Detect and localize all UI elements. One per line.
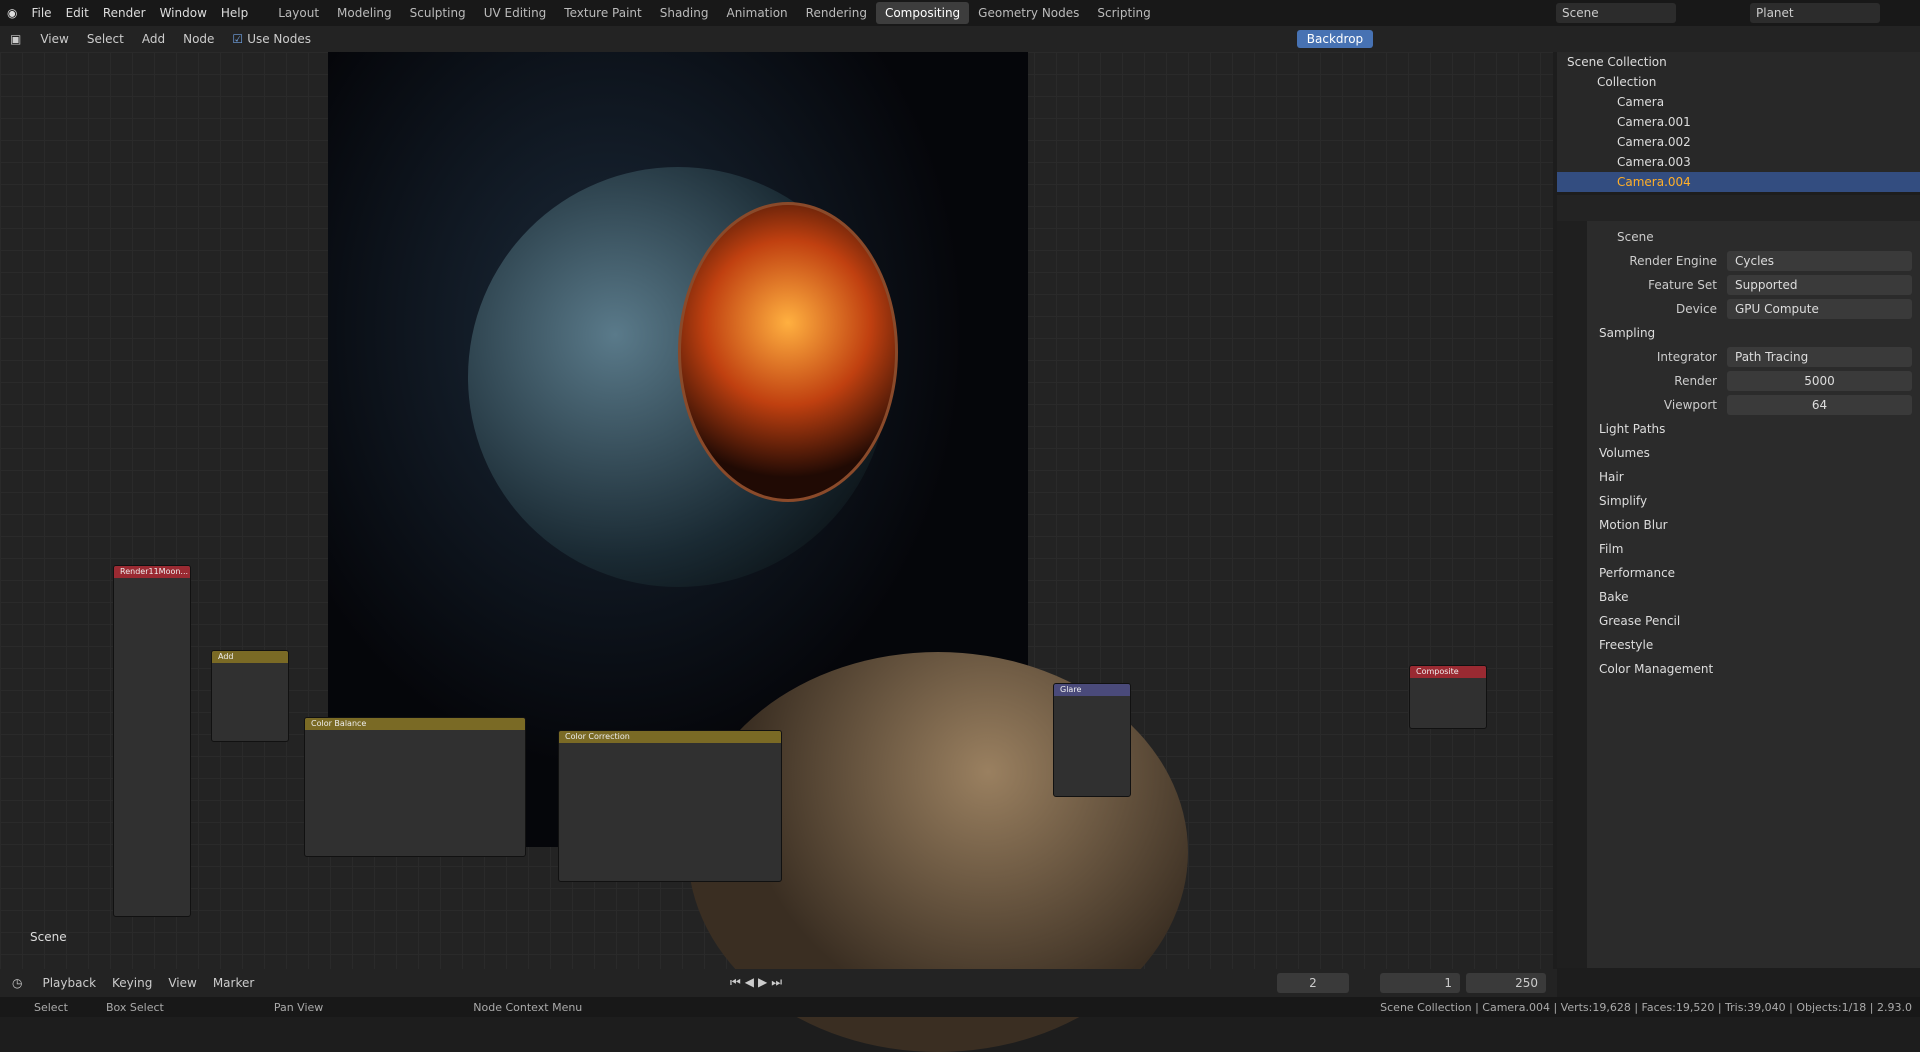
node-add[interactable]: Add (211, 650, 289, 742)
section-motion-blur[interactable]: Motion Blur (1587, 513, 1920, 537)
end-frame-field[interactable]: 250 (1466, 973, 1546, 993)
node-composite[interactable]: Composite (1409, 665, 1487, 729)
timeline-view[interactable]: View (160, 976, 204, 990)
section-simplify[interactable]: Simplify (1587, 489, 1920, 513)
tab-layout[interactable]: Layout (269, 2, 328, 24)
menu-help[interactable]: Help (214, 6, 255, 20)
menu-file[interactable]: File (24, 6, 58, 20)
editor-type-icon[interactable]: ▣ (0, 32, 31, 46)
section-performance[interactable]: Performance (1587, 561, 1920, 585)
section-sampling[interactable]: Sampling (1587, 321, 1920, 345)
header-view[interactable]: View (31, 32, 77, 46)
section-film[interactable]: Film (1587, 537, 1920, 561)
menu-window[interactable]: Window (153, 6, 214, 20)
prop-viewport-samples[interactable]: Viewport 64 (1587, 393, 1920, 417)
prop-render-engine[interactable]: Render Engine Cycles (1587, 249, 1920, 273)
playback-controls-icon[interactable]: ⏮◀▶⏭ (730, 975, 786, 990)
blender-logo-icon[interactable]: ◉ (0, 6, 24, 20)
prop-device[interactable]: Device GPU Compute (1587, 297, 1920, 321)
planet-fire-crater (678, 202, 898, 502)
timeline-marker[interactable]: Marker (205, 976, 262, 990)
node-glare[interactable]: Glare (1053, 683, 1131, 797)
timeline-header: ◷ Playback Keying View Marker ⏮◀▶⏭ 2 1 2… (0, 969, 1557, 997)
start-frame-field[interactable]: 1 (1380, 973, 1460, 993)
canvas-scene-label: Scene (30, 930, 67, 944)
header-add[interactable]: Add (133, 32, 174, 46)
properties-panel: Scene Render Engine Cycles Feature Set Sup… (1587, 221, 1920, 968)
status-box-select: Box Select (105, 1000, 164, 1014)
top-menu-bar: ◉ File Edit Render Window Help Layout Mo… (0, 0, 1920, 26)
section-light-paths[interactable]: Light Paths (1587, 417, 1920, 441)
properties-tabs[interactable] (1557, 221, 1587, 968)
outliner-header (1557, 26, 1920, 52)
status-bar: Select Box Select Pan View Node Context … (0, 997, 1920, 1017)
timeline-playback[interactable]: Playback (34, 976, 104, 990)
properties-title: Scene (1617, 230, 1654, 244)
tab-rendering[interactable]: Rendering (797, 2, 876, 24)
outliner: Scene Collection Collection Camera Camer… (1557, 52, 1920, 192)
tab-compositing[interactable]: Compositing (875, 2, 970, 24)
outliner-collection[interactable]: Collection (1557, 72, 1920, 92)
header-select[interactable]: Select (78, 32, 133, 46)
view-layer-selector[interactable]: Planet (1750, 3, 1880, 23)
tab-animation[interactable]: Animation (717, 2, 796, 24)
backdrop-button[interactable]: Backdrop (1297, 30, 1373, 48)
outliner-camera-003[interactable]: Camera.003 (1557, 152, 1920, 172)
prop-integrator[interactable]: Integrator Path Tracing (1587, 345, 1920, 369)
timeline-editor-icon[interactable]: ◷ (0, 976, 34, 990)
status-pan-view: Pan View (273, 1000, 324, 1014)
timeline-keying[interactable]: Keying (104, 976, 160, 990)
outliner-camera-002[interactable]: Camera.002 (1557, 132, 1920, 152)
prop-feature-set[interactable]: Feature Set Supported (1587, 273, 1920, 297)
menu-edit[interactable]: Edit (59, 6, 96, 20)
tab-texture-paint[interactable]: Texture Paint (555, 2, 650, 24)
tab-modeling[interactable]: Modeling (328, 2, 401, 24)
section-grease-pencil[interactable]: Grease Pencil (1587, 609, 1920, 633)
node-render-layer[interactable]: Render11Moon... (113, 565, 191, 917)
outliner-scene-collection[interactable]: Scene Collection (1557, 52, 1920, 72)
scene-selector[interactable]: Scene (1556, 3, 1676, 23)
header-node[interactable]: Node (174, 32, 223, 46)
section-bake[interactable]: Bake (1587, 585, 1920, 609)
tab-sculpting[interactable]: Sculpting (401, 2, 475, 24)
tab-scripting[interactable]: Scripting (1088, 2, 1159, 24)
outliner-camera-004[interactable]: Camera.004 (1557, 172, 1920, 192)
workspace-tabs: Layout Modeling Sculpting UV Editing Tex… (269, 2, 1160, 24)
status-scene-info: Scene Collection | Camera.004 | Verts:19… (1380, 1000, 1912, 1014)
use-nodes-checkbox[interactable]: ☑ (223, 32, 247, 46)
outliner-camera[interactable]: Camera (1557, 92, 1920, 112)
tab-uv-editing[interactable]: UV Editing (475, 2, 556, 24)
section-color-management[interactable]: Color Management (1587, 657, 1920, 681)
section-volumes[interactable]: Volumes (1587, 441, 1920, 465)
use-nodes-label: Use Nodes (247, 32, 311, 46)
node-color-balance[interactable]: Color Balance (304, 717, 526, 857)
status-node-context: Node Context Menu (473, 1000, 583, 1014)
tab-shading[interactable]: Shading (651, 2, 718, 24)
node-color-correction[interactable]: Color Correction (558, 730, 782, 882)
status-select: Select (34, 1000, 68, 1014)
section-freestyle[interactable]: Freestyle (1587, 633, 1920, 657)
current-frame-field[interactable]: 2 (1277, 973, 1349, 993)
prop-render-samples[interactable]: Render 5000 (1587, 369, 1920, 393)
node-editor-header: ▣ View Select Add Node ☑ Use Nodes Backd… (0, 26, 1568, 52)
tab-geometry-nodes[interactable]: Geometry Nodes (969, 2, 1088, 24)
menu-render[interactable]: Render (96, 6, 153, 20)
section-hair[interactable]: Hair (1587, 465, 1920, 489)
properties-header (1557, 195, 1920, 221)
outliner-camera-001[interactable]: Camera.001 (1557, 112, 1920, 132)
